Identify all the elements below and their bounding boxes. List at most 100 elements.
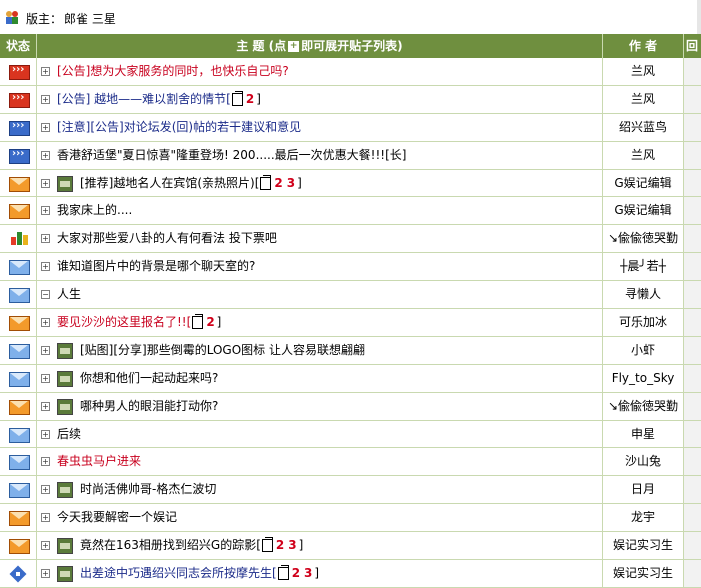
page-link[interactable]: 3 [287,176,295,190]
topic-title-link[interactable]: 后续 [57,421,81,448]
collapse-icon[interactable]: − [41,290,50,300]
announcement-red-icon [9,64,30,80]
topic-title-link[interactable]: 大家对那些爱八卦的人有何看法 投下票吧 [57,225,277,252]
topic-title-link[interactable]: 出差途中巧遇绍兴同志会所按摩先生[2 3] [80,560,319,587]
topic-row: + 香港舒适堡"夏日惊喜"隆重登场! 200.....最后一次优惠大餐!!![长]… [0,141,701,170]
status-cell [0,364,37,392]
author-link[interactable]: ↘偸偸徳哭勤 [603,392,684,420]
envelope-icon [9,455,30,471]
moderator-names[interactable]: 郎雀 三星 [64,10,116,27]
author-link[interactable]: G娱记编辑 [603,169,684,197]
author-link[interactable]: 申星 [603,420,684,448]
topic-row: + [注意][公告]对论坛发(回)帖的若干建议和意见 绍兴蓝鸟 [0,113,701,142]
expand-icon[interactable]: + [41,178,50,188]
author-link[interactable]: 沙山兔 [603,448,684,476]
topic-title-link[interactable]: 时尚活佛帅哥-格杰仁波切 [80,476,216,503]
expand-icon[interactable]: + [41,234,50,244]
expand-icon[interactable]: + [41,457,50,467]
author-link[interactable]: 日月 [603,476,684,504]
topic-cell: + 春虫虫马户进来 [37,448,603,476]
topic-title-link[interactable]: [注意][公告]对论坛发(回)帖的若干建议和意见 [57,114,301,141]
topic-row: + 今天我要解密一个娱记 龙宇 [0,504,701,533]
extra-cell [684,504,701,532]
topic-title-link[interactable]: 春虫虫马户进来 [57,448,141,475]
image-attachment-icon [57,482,73,499]
topic-title-text: 大家对那些爱八卦的人有何看法 投下票吧 [57,231,277,246]
expand-icon[interactable]: + [41,569,50,579]
poll-bar [11,237,16,246]
topic-title-link[interactable]: [贴图][分享]那些倒霉的LOGO图标 让人容易联想翩翩 [80,337,365,364]
topic-title-link[interactable]: 竟然在163相册找到绍兴G的踪影[2 3] [80,532,303,559]
author-link[interactable]: 兰风 [603,85,684,113]
author-link[interactable]: ┼晨╯若┼ [603,253,684,281]
expand-icon[interactable]: + [41,429,50,439]
topic-title-link[interactable]: [公告]想为大家服务的同时，也快乐自己吗? [57,58,289,85]
moderator-bar: 版主： 郎雀 三星 [0,0,701,35]
topic-cell: − 人生 [37,281,603,309]
topic-title-link[interactable]: [公告] 越地——难以割舍的情节[2] [57,86,261,113]
topic-title-link[interactable]: 要见沙沙的这里报名了!![2] [57,309,221,336]
expand-icon[interactable]: + [41,94,50,104]
stacked-topic-icon [9,567,28,580]
author-link[interactable]: 绍兴蓝鸟 [603,113,684,141]
author-link[interactable]: ↘偸偸徳哭勤 [603,225,684,253]
expand-icon[interactable]: + [41,513,50,523]
topic-title-text: 后续 [57,426,82,441]
author-link[interactable]: 可乐加冰 [603,309,684,336]
author-link[interactable]: 龙宇 [603,504,684,532]
author-link[interactable]: 寻懒人 [603,281,684,309]
topic-title-link[interactable]: 香港舒适堡"夏日惊喜"隆重登场! 200.....最后一次优惠大餐!!![长] [57,142,406,169]
expand-icon[interactable]: + [41,541,50,551]
topic-title-link[interactable]: [推荐]越地名人在宾馆(亲热照片)[2 3] [80,170,302,197]
author-link[interactable]: 娱记实习生 [603,532,684,560]
topic-title-text: [公告]想为大家服务的同时，也快乐自己吗? [57,64,289,78]
page-link[interactable]: 2 [276,538,284,552]
status-cell [0,141,37,169]
expand-icon[interactable]: + [41,122,50,132]
expand-icon[interactable]: + [41,373,50,383]
page-link[interactable]: 2 [274,176,282,190]
topic-title-link[interactable]: 谁知道图片中的背景是哪个聊天室的? [57,253,255,280]
expand-icon[interactable]: + [41,318,50,328]
author-link[interactable]: 小虾 [603,336,684,364]
expand-icon[interactable]: + [41,401,50,411]
author-link[interactable]: 娱记实习生 [603,560,684,587]
status-cell [0,225,37,253]
expand-icon[interactable]: + [41,345,50,355]
moderator-group-icon [6,11,18,24]
author-link[interactable]: Fly_to_Sky [603,364,684,392]
topic-title-link[interactable]: 我家床上的.... [57,197,132,224]
page-link[interactable]: 2 [292,566,300,580]
page-link[interactable]: 2 [206,315,214,329]
topic-title-text: 时尚活佛帅哥-格杰仁波切 [80,482,217,497]
extra-cell [684,141,701,169]
page-link[interactable]: 2 [246,92,254,106]
topic-row: + [公告]想为大家服务的同时，也快乐自己吗? 兰风 [0,58,701,86]
extra-cell [684,197,701,225]
author-link[interactable]: 兰风 [603,141,684,169]
topic-title-link[interactable]: 今天我要解密一个娱记 [57,504,177,531]
expand-icon[interactable]: + [41,150,50,160]
topic-cell: + 今天我要解密一个娱记 [37,504,603,532]
envelope-icon [9,288,30,304]
page-links-close: ] [297,175,302,190]
expand-icon[interactable]: + [41,262,50,272]
topic-title-text: 谁知道图片中的背景是哪个聊天室的? [57,259,256,274]
topic-title-link[interactable]: 哪种男人的眼泪能打动你? [80,393,218,420]
expand-icon[interactable]: + [41,485,50,495]
topic-title-link[interactable]: 你想和他们一起动起来吗? [80,365,218,392]
expand-icon[interactable]: + [41,67,50,76]
topic-title-link[interactable]: 人生 [57,281,81,308]
page-link[interactable]: 3 [288,538,296,552]
author-link[interactable]: G娱记编辑 [603,197,684,225]
topic-row: + 我家床上的.... G娱记编辑 [0,197,701,226]
expand-icon[interactable]: + [41,206,50,216]
extra-cell [684,420,701,448]
topic-row: + 要见沙沙的这里报名了!![2] 可乐加冰 [0,309,701,337]
page-links: 2 3] [259,174,302,190]
multi-page-icon [231,90,243,106]
image-attachment-icon [57,566,73,583]
page-link[interactable]: 3 [304,566,312,580]
author-link[interactable]: 兰风 [603,58,684,85]
poll-icon [9,232,28,246]
